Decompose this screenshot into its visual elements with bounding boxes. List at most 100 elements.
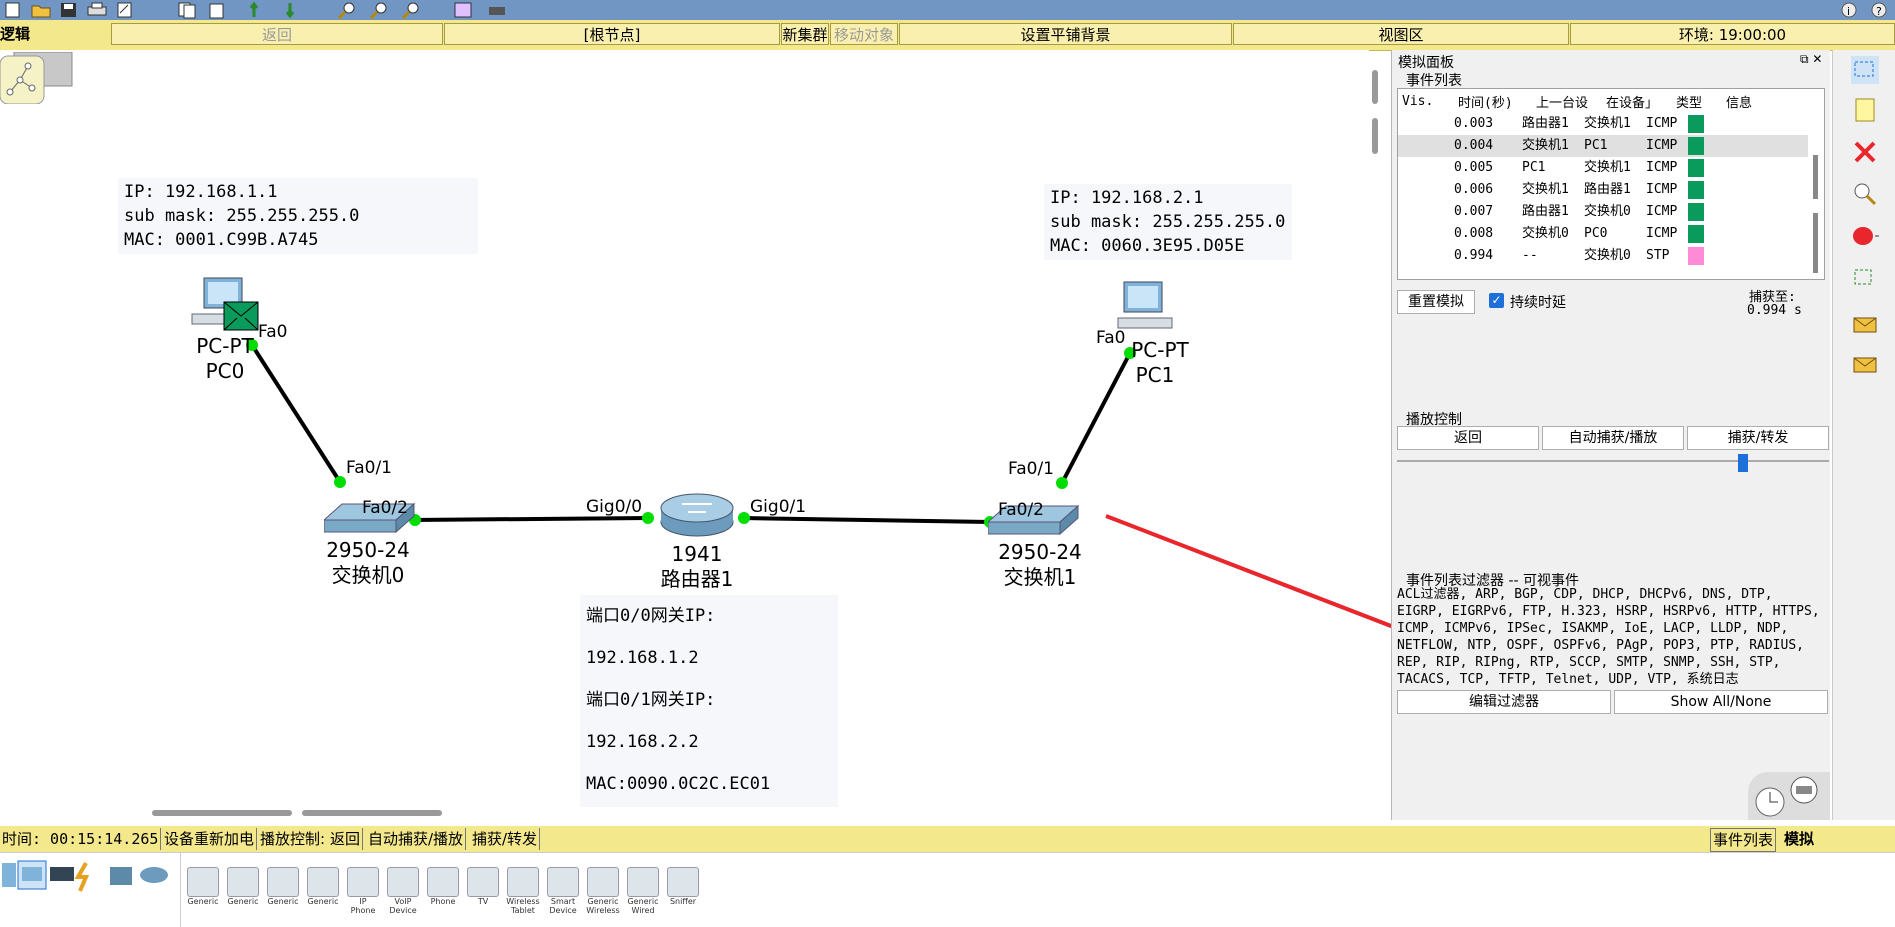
device-type-item[interactable]: Generic xyxy=(186,867,220,906)
event-info-color-icon[interactable] xyxy=(1688,137,1704,155)
zoom-out-icon[interactable] xyxy=(400,1,422,20)
reset-simulation-button[interactable]: 重置模拟 xyxy=(1397,290,1475,314)
simulation-panel: 模拟面板 ⧉ ✕ 事件列表 Vis. 时间(秒) 上一台设 在设备」 类型 信息… xyxy=(1391,50,1830,820)
add-simple-pdu-icon[interactable] xyxy=(1851,310,1879,338)
open-folder-icon[interactable] xyxy=(30,1,52,19)
router-note[interactable]: 端口0/0网关IP: 192.168.1.2 端口0/1网关IP: 192.16… xyxy=(580,595,838,807)
pc1-note[interactable]: IP: 192.168.2.1 sub mask: 255.255.255.0 … xyxy=(1044,184,1292,260)
event-list-table[interactable]: Vis. 时间(秒) 上一台设 在设备」 类型 信息 0.003 路由器1 交换机1… xyxy=(1397,88,1825,280)
canvas-vertical-scrollbar-thumb[interactable] xyxy=(1372,118,1378,154)
show-all-none-button[interactable]: Show All/None xyxy=(1614,690,1828,714)
viewport-button[interactable]: 视图区 xyxy=(1233,23,1569,45)
device-category-icons[interactable] xyxy=(0,859,178,893)
simulation-clock-icon[interactable] xyxy=(1748,772,1830,820)
select-icon[interactable] xyxy=(1851,56,1879,84)
paste-icon[interactable] xyxy=(206,1,228,19)
event-row[interactable]: 0.007 路由器1 交换机0 ICMP xyxy=(1398,201,1808,223)
device-type-item[interactable]: Generic Wired xyxy=(626,867,660,915)
bottom-auto-button[interactable]: 自动捕获/播放 xyxy=(366,828,467,850)
event-list-scrollbar[interactable] xyxy=(1813,155,1818,199)
note-icon[interactable] xyxy=(1851,96,1879,124)
logical-mode-tab[interactable]: 逻辑 xyxy=(0,23,40,45)
event-info-color-icon[interactable] xyxy=(1688,225,1704,243)
event-list-scrollbar-thumb[interactable] xyxy=(1813,213,1818,273)
device-type-item[interactable]: Generic xyxy=(266,867,300,906)
zoom-reset-icon[interactable] xyxy=(368,1,390,20)
draw-shape-icon[interactable] xyxy=(1851,222,1879,250)
canvas-horizontal-scrollbar-thumb[interactable] xyxy=(302,810,442,816)
col-type[interactable]: 类型 xyxy=(1672,89,1722,113)
environment-time[interactable]: 环境: 19:00:00 xyxy=(1570,23,1895,45)
activity-wizard-icon[interactable] xyxy=(114,1,136,19)
col-vis[interactable]: Vis. xyxy=(1398,89,1454,113)
device-type-item[interactable]: IP Phone xyxy=(346,867,380,915)
bottom-back-button[interactable]: 返回 xyxy=(328,828,364,850)
device-type-item[interactable]: Generic Wireless xyxy=(586,867,620,915)
constant-delay-checkbox[interactable]: ✓ xyxy=(1489,293,1504,308)
delete-icon[interactable] xyxy=(1851,138,1879,166)
move-object-button[interactable]: 移动对象 xyxy=(830,23,898,45)
event-row[interactable]: 0.003 路由器1 交换机1 ICMP xyxy=(1398,113,1808,135)
redo-icon[interactable] xyxy=(276,1,298,19)
device-type-item[interactable]: TV xyxy=(466,867,500,906)
root-node-button[interactable]: [根节点] xyxy=(444,23,780,45)
device-type-item[interactable]: Generic xyxy=(226,867,260,906)
new-cluster-button[interactable]: 新集群 xyxy=(781,23,829,45)
event-row[interactable]: 0.006 交换机1 路由器1 ICMP xyxy=(1398,179,1808,201)
event-info-color-icon[interactable] xyxy=(1688,181,1704,199)
palette-icon[interactable] xyxy=(452,1,474,19)
event-row[interactable]: 0.994 -- 交换机0 STP xyxy=(1398,245,1808,267)
device-type-item[interactable]: Smart Device xyxy=(546,867,580,915)
info-icon[interactable]: i xyxy=(1838,1,1860,19)
undo-icon[interactable] xyxy=(248,1,270,19)
device-type-item[interactable]: Wireless Tablet xyxy=(506,867,540,915)
new-file-icon[interactable] xyxy=(2,1,24,19)
custom-device-icon[interactable] xyxy=(486,1,508,19)
device-type-item[interactable]: Generic xyxy=(306,867,340,906)
device-type-icon xyxy=(347,867,379,897)
router-icon[interactable] xyxy=(658,490,736,538)
event-info-color-icon[interactable] xyxy=(1688,159,1704,177)
pc0-note[interactable]: IP: 192.168.1.1 sub mask: 255.255.255.0 … xyxy=(118,178,478,254)
power-cycle-button[interactable]: 设备重新加电 xyxy=(162,828,258,850)
device-type-item[interactable]: VoIP Device xyxy=(386,867,420,915)
event-row[interactable]: 0.008 交换机0 PC0 ICMP xyxy=(1398,223,1808,245)
edit-filter-button[interactable]: 编辑过滤器 xyxy=(1397,690,1611,714)
back-button[interactable]: 返回 xyxy=(111,23,443,45)
bottom-forward-button[interactable]: 捕获/转发 xyxy=(470,828,541,850)
inspect-icon[interactable] xyxy=(1851,180,1879,208)
col-info[interactable]: 信息 xyxy=(1722,89,1808,113)
device-type-item[interactable]: Phone xyxy=(426,867,460,906)
canvas-horizontal-scrollbar[interactable] xyxy=(152,810,292,816)
resize-shape-icon[interactable] xyxy=(1851,264,1879,292)
event-info-color-icon[interactable] xyxy=(1688,203,1704,221)
panel-undock-icon[interactable]: ⧉ ✕ xyxy=(1800,52,1822,67)
col-at-device[interactable]: 在设备」 xyxy=(1602,89,1672,113)
auto-capture-play-button[interactable]: 自动捕获/播放 xyxy=(1542,426,1684,450)
col-last-device[interactable]: 上一台设 xyxy=(1532,89,1602,113)
copy-icon[interactable] xyxy=(176,1,198,19)
add-complex-pdu-icon[interactable] xyxy=(1851,350,1879,378)
event-type: ICMP xyxy=(1646,160,1678,175)
device-type-item[interactable]: Sniffer xyxy=(666,867,700,906)
print-icon[interactable] xyxy=(86,1,108,19)
speed-slider-track[interactable] xyxy=(1397,460,1829,462)
pc0-computer-icon[interactable] xyxy=(190,276,260,334)
simulation-mode-tab[interactable]: 模拟 xyxy=(1782,828,1816,850)
zoom-in-icon[interactable] xyxy=(336,1,358,20)
capture-forward-button[interactable]: 捕获/转发 xyxy=(1687,426,1829,450)
help-icon[interactable]: ? xyxy=(1868,1,1890,19)
simulation-panel-title: 模拟面板 xyxy=(1398,55,1454,71)
event-info-color-icon[interactable] xyxy=(1688,115,1704,133)
event-info-color-icon[interactable] xyxy=(1688,247,1704,265)
event-list-toggle[interactable]: 事件列表 xyxy=(1710,828,1777,852)
canvas-vertical-scrollbar[interactable] xyxy=(1372,70,1378,104)
save-icon[interactable] xyxy=(58,1,80,19)
speed-slider-thumb[interactable] xyxy=(1737,454,1748,472)
set-tiled-background-button[interactable]: 设置平铺背景 xyxy=(899,23,1232,45)
event-row[interactable]: 0.004 交换机1 PC1 ICMP xyxy=(1398,135,1808,157)
play-back-button[interactable]: 返回 xyxy=(1397,426,1539,450)
logical-workspace-canvas[interactable]: IP: 192.168.1.1 sub mask: 255.255.255.0 … xyxy=(0,50,1378,816)
event-row[interactable]: 0.005 PC1 交换机1 ICMP xyxy=(1398,157,1808,179)
col-time[interactable]: 时间(秒) xyxy=(1454,89,1532,113)
